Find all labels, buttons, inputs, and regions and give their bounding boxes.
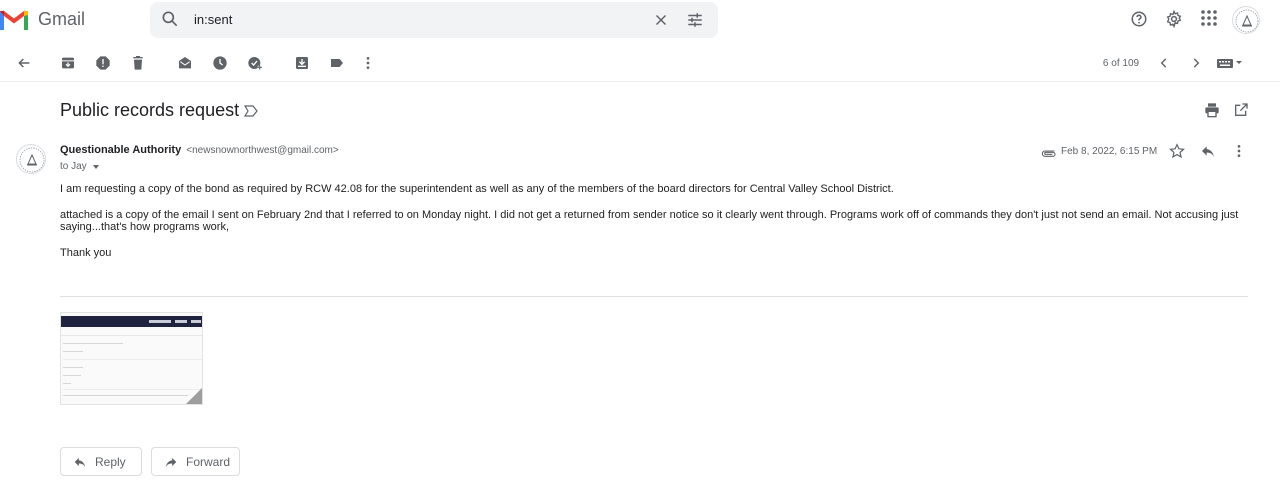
report-spam-icon[interactable] bbox=[95, 55, 111, 71]
gear-icon[interactable] bbox=[1165, 9, 1183, 33]
recipient-details[interactable]: to Jay bbox=[60, 161, 99, 172]
back-arrow-icon[interactable] bbox=[16, 55, 32, 71]
open-in-new-window-icon[interactable] bbox=[1233, 102, 1249, 123]
message-date: Feb 8, 2022, 6:15 PM bbox=[1061, 146, 1158, 157]
snooze-icon[interactable] bbox=[212, 55, 228, 71]
forward-button[interactable]: Forward bbox=[151, 447, 240, 476]
body-paragraph: attached is a copy of the email I sent o… bbox=[60, 209, 1239, 233]
search-bar[interactable]: in:sent bbox=[150, 2, 718, 38]
sender-avatar[interactable] bbox=[16, 144, 46, 174]
star-icon[interactable] bbox=[1169, 143, 1185, 164]
email-body: I am requesting a copy of the bond as re… bbox=[60, 183, 1250, 273]
page-fold-icon bbox=[186, 388, 202, 404]
archive-icon[interactable] bbox=[60, 55, 76, 71]
reply-icon[interactable] bbox=[1200, 143, 1216, 164]
close-icon[interactable] bbox=[652, 11, 670, 34]
tune-icon[interactable] bbox=[686, 11, 704, 34]
next-icon[interactable] bbox=[1189, 56, 1205, 72]
reply-button[interactable]: Reply bbox=[60, 447, 142, 476]
body-paragraph: Thank you bbox=[60, 247, 112, 259]
sender-name[interactable]: Questionable Authority bbox=[60, 144, 181, 156]
more-vert-icon[interactable] bbox=[1233, 143, 1245, 164]
mark-unread-icon[interactable] bbox=[177, 55, 193, 71]
attachment-thumbnail[interactable] bbox=[60, 312, 203, 405]
apps-icon[interactable] bbox=[1201, 10, 1217, 31]
add-task-icon[interactable] bbox=[247, 55, 263, 71]
message-toolbar: 6 of 109 bbox=[0, 44, 1280, 82]
attachments-divider bbox=[60, 296, 1248, 297]
search-icon[interactable] bbox=[160, 9, 180, 34]
more-vert-icon[interactable] bbox=[362, 55, 378, 71]
app-name: Gmail bbox=[38, 8, 86, 29]
gmail-m-icon bbox=[0, 10, 28, 30]
account-avatar[interactable] bbox=[1232, 6, 1260, 34]
sender-email: <newsnownorthwest@gmail.com> bbox=[186, 145, 339, 156]
reply-button-label: Reply bbox=[95, 454, 126, 469]
attachment-icon bbox=[1041, 145, 1057, 163]
label-icon[interactable] bbox=[329, 55, 345, 71]
forward-button-label: Forward bbox=[186, 454, 231, 469]
delete-icon[interactable] bbox=[130, 55, 146, 71]
input-tools-icon[interactable] bbox=[1217, 57, 1245, 73]
top-header: Gmail in:sent bbox=[0, 0, 1280, 44]
reply-icon bbox=[74, 457, 86, 467]
help-icon[interactable] bbox=[1130, 10, 1148, 33]
important-marker-icon[interactable] bbox=[243, 104, 258, 122]
thumbnail-header-bar bbox=[61, 316, 202, 327]
chevron-down-icon[interactable] bbox=[92, 164, 99, 169]
move-to-icon[interactable] bbox=[294, 55, 310, 71]
forward-icon bbox=[165, 457, 177, 467]
recipient-label: to Jay bbox=[60, 161, 87, 172]
message-counter: 6 of 109 bbox=[1102, 58, 1140, 69]
email-subject: Public records request bbox=[60, 100, 240, 120]
print-icon[interactable] bbox=[1204, 102, 1220, 123]
prev-icon[interactable] bbox=[1157, 56, 1173, 72]
body-paragraph: I am requesting a copy of the bond as re… bbox=[60, 183, 894, 195]
search-input[interactable]: in:sent bbox=[194, 12, 232, 27]
gmail-logo[interactable]: Gmail bbox=[0, 8, 85, 30]
sender-line: Questionable Authority <newsnownorthwest… bbox=[60, 144, 339, 156]
